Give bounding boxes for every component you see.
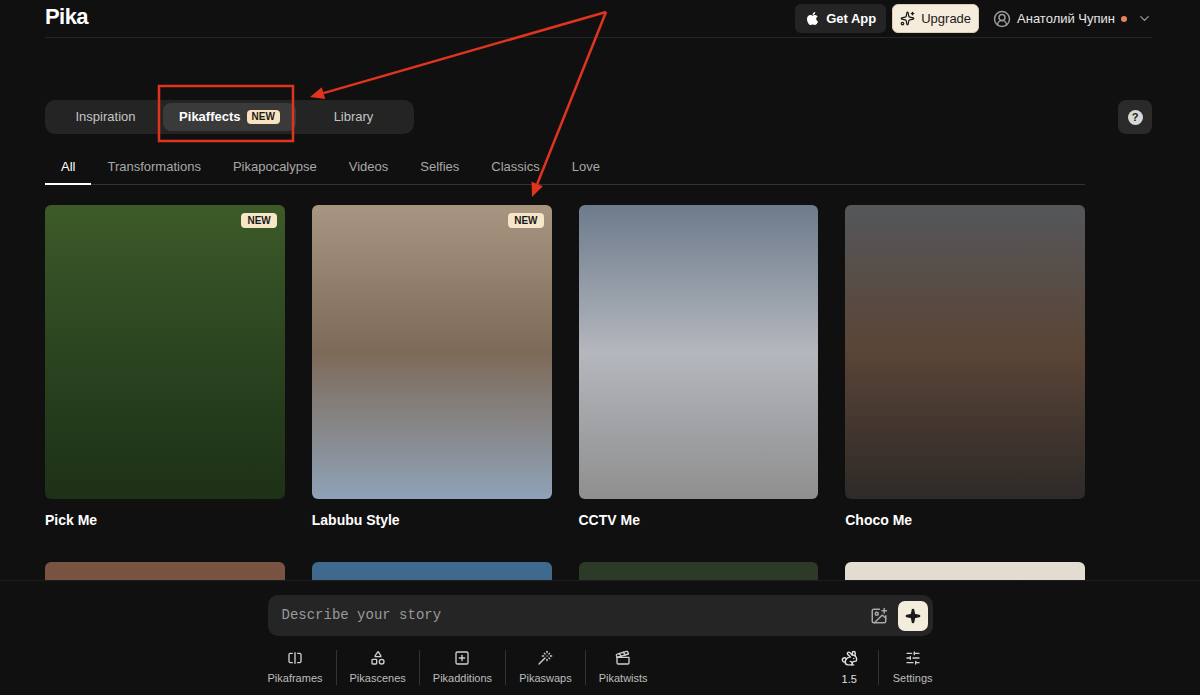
tool-group: PikaframesPikascenesPikadditionsPikaswap… (268, 650, 661, 685)
header: Pika Get AppUpgrade Анатолий Чупин (45, 0, 1152, 38)
tool-button[interactable]: Pikaframes (268, 650, 336, 685)
get-app-button[interactable]: Get App (795, 4, 886, 33)
category-tab[interactable]: Pikapocalypse (217, 151, 333, 185)
status-dot (1121, 16, 1127, 22)
effect-preview: NEW (45, 205, 285, 499)
effect-preview (579, 205, 819, 499)
effect-title: Labubu Style (312, 512, 552, 529)
tab[interactable]: PikaffectsNEW (163, 103, 296, 131)
category-bar: AllTransformationsPikapocalypseVideosSel… (45, 151, 1085, 185)
help-label: ? (1128, 110, 1143, 125)
tool-icon (287, 650, 303, 666)
category-tab[interactable]: Videos (333, 151, 405, 185)
effects-grid: NEW Pick Me NEW Labubu Style CCTV Me Choco Me (45, 205, 1085, 580)
header-actions: Get AppUpgrade Анатолий Чупин (795, 4, 1152, 33)
category-tab[interactable]: Love (556, 151, 616, 185)
upgrade-button[interactable]: Upgrade (892, 4, 979, 33)
tool-icon (537, 650, 553, 666)
tools-row: PikaframesPikascenesPikadditionsPikaswap… (268, 650, 933, 686)
settings-icon (905, 650, 921, 666)
bottom-bar: PikaframesPikascenesPikadditionsPikaswap… (0, 580, 1200, 695)
effect-title: Choco Me (845, 512, 1085, 529)
effect-card[interactable]: NEW Pick Me (45, 205, 285, 529)
main: InspirationPikaffectsNEWLibrary? AllTrans… (0, 38, 1200, 580)
effect-preview (579, 562, 819, 580)
effect-card[interactable]: NEW Labubu Style (312, 205, 552, 529)
tool-icon (370, 650, 386, 666)
model-button[interactable]: 1.5 (841, 650, 878, 686)
avatar-icon (993, 10, 1011, 28)
new-badge: NEW (508, 213, 543, 228)
annotation-arrows-icon (0, 0, 1200, 695)
effect-card[interactable]: Choco Me (845, 205, 1085, 529)
prompt-input[interactable] (282, 605, 870, 626)
effect-preview (845, 562, 1085, 580)
effect-card[interactable]: CCTV Me (579, 205, 819, 529)
category-tab[interactable]: Selfies (404, 151, 475, 185)
effect-card[interactable] (845, 562, 1085, 580)
category-tab[interactable]: Classics (475, 151, 555, 185)
tab-row: InspirationPikaffectsNEWLibrary? (45, 100, 1152, 134)
sparkle-icon (905, 608, 921, 624)
effect-card[interactable] (579, 562, 819, 580)
tab-group: InspirationPikaffectsNEWLibrary (45, 100, 414, 134)
category-tab[interactable]: All (45, 151, 91, 185)
effect-card[interactable] (312, 562, 552, 580)
sparkles-icon (900, 11, 915, 26)
category-tab[interactable]: Transformations (91, 151, 216, 185)
settings-group: 1.5Settings (841, 650, 933, 686)
tool-button[interactable]: Pikascenes (336, 650, 419, 685)
help-button[interactable]: ? (1118, 100, 1152, 134)
effect-title: CCTV Me (579, 512, 819, 529)
effect-card[interactable] (45, 562, 285, 580)
tool-icon (454, 650, 470, 666)
logo[interactable]: Pika (45, 4, 88, 30)
tab[interactable]: Library (296, 103, 411, 131)
settings-button[interactable]: Settings (878, 650, 933, 685)
effect-preview (312, 562, 552, 580)
tool-button[interactable]: Pikatwists (585, 650, 661, 685)
tab[interactable]: Inspiration (48, 103, 163, 131)
prompt-box (268, 595, 933, 636)
bottom-inner: PikaframesPikascenesPikadditionsPikaswap… (268, 581, 933, 686)
tool-button[interactable]: Pikaswaps (505, 650, 585, 685)
tool-icon (615, 650, 631, 666)
generate-button[interactable] (898, 601, 928, 631)
apple-icon (805, 11, 820, 26)
model-icon (841, 650, 858, 667)
tool-button[interactable]: Pikadditions (419, 650, 505, 685)
pika-app: Pika Get AppUpgrade Анатолий Чупин Inspirat… (0, 0, 1200, 695)
new-badge: NEW (241, 213, 276, 228)
effect-preview (845, 205, 1085, 499)
effect-title: Pick Me (45, 512, 285, 529)
effect-preview (45, 562, 285, 580)
chevron-down-icon (1137, 11, 1152, 26)
effect-preview: NEW (312, 205, 552, 499)
image-upload-icon[interactable] (870, 607, 888, 625)
new-badge: NEW (247, 110, 280, 124)
user-name: Анатолий Чупин (1017, 10, 1115, 27)
user-menu[interactable]: Анатолий Чупин (993, 6, 1152, 32)
